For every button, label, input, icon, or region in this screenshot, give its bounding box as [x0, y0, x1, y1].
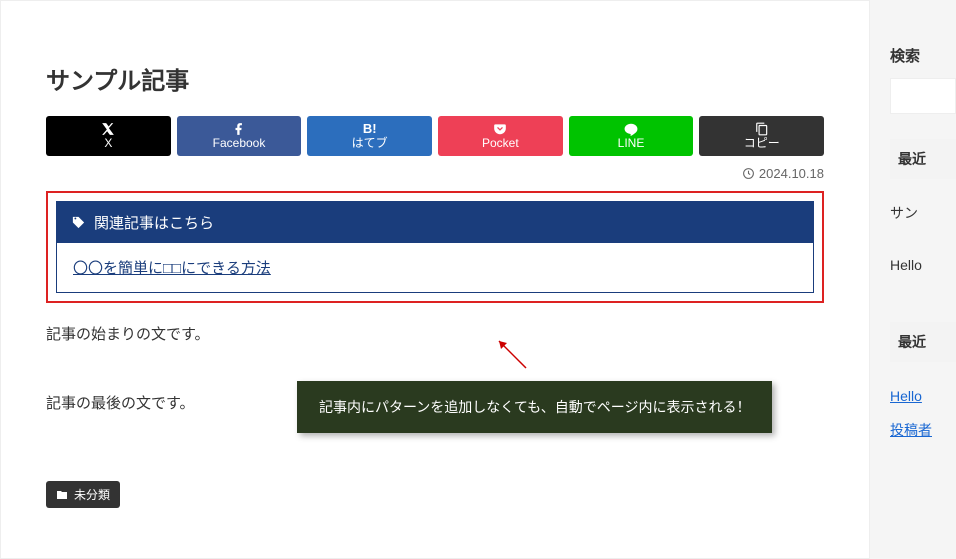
related-link[interactable]: 〇〇を簡単に□□にできる方法 [73, 260, 271, 277]
share-line-label: LINE [618, 137, 645, 150]
facebook-icon [232, 122, 246, 136]
share-hatena-button[interactable]: B! はてブ [307, 116, 432, 156]
share-x-label: X [104, 137, 112, 150]
sidebar-recent-list-2: Hello 投稿者 [890, 380, 956, 447]
publish-date-row: 2024.10.18 [46, 166, 824, 181]
article-main: サンプル記事 X Facebook B! はてブ Pocket LINE コピー… [0, 0, 870, 559]
x-icon [101, 122, 115, 136]
article-paragraph-2: 記事の最後の文です。 [46, 392, 824, 416]
category-label: 未分類 [74, 486, 110, 503]
related-heading: 関連記事はこちら [57, 202, 813, 243]
sidebar-search-label: 検索 [890, 45, 956, 66]
sidebar-link-hello[interactable]: Hello [890, 388, 922, 404]
clock-icon [742, 167, 755, 180]
highlight-frame: 関連記事はこちら 〇〇を簡単に□□にできる方法 [46, 191, 824, 303]
page-title: サンプル記事 [46, 61, 824, 96]
sidebar-recent-heading-1: 最近 [890, 139, 956, 179]
share-pocket-button[interactable]: Pocket [438, 116, 563, 156]
line-icon [624, 122, 638, 136]
article-paragraph-1: 記事の始まりの文です。 [46, 323, 824, 347]
category-tag[interactable]: 未分類 [46, 481, 120, 508]
hatena-icon: B! [363, 122, 377, 136]
tag-icon [71, 215, 86, 230]
share-line-button[interactable]: LINE [569, 116, 694, 156]
share-facebook-label: Facebook [213, 137, 266, 150]
related-articles-box: 関連記事はこちら 〇〇を簡単に□□にできる方法 [56, 201, 814, 293]
related-body: 〇〇を簡単に□□にできる方法 [57, 243, 813, 292]
publish-date: 2024.10.18 [759, 166, 824, 181]
share-pocket-label: Pocket [482, 137, 519, 150]
sidebar-recent-heading-2: 最近 [890, 322, 956, 362]
copy-icon [755, 122, 769, 136]
folder-icon [56, 489, 68, 501]
share-copy-label: コピー [744, 137, 780, 150]
pocket-icon [493, 122, 507, 136]
sidebar: 検索 最近 サン Hello 最近 Hello 投稿者 [890, 0, 956, 559]
sidebar-search-input[interactable] [890, 78, 956, 114]
share-facebook-button[interactable]: Facebook [177, 116, 302, 156]
share-copy-button[interactable]: コピー [699, 116, 824, 156]
sidebar-item-hello[interactable]: Hello [890, 249, 956, 283]
related-heading-text: 関連記事はこちら [94, 212, 214, 233]
share-buttons-row: X Facebook B! はてブ Pocket LINE コピー [46, 116, 824, 156]
sidebar-recent-list-1: サン Hello [890, 197, 956, 282]
sidebar-link-author[interactable]: 投稿者 [890, 422, 932, 438]
share-x-button[interactable]: X [46, 116, 171, 156]
sidebar-item-sample[interactable]: サン [890, 197, 956, 231]
share-hatena-label: はてブ [352, 137, 388, 150]
